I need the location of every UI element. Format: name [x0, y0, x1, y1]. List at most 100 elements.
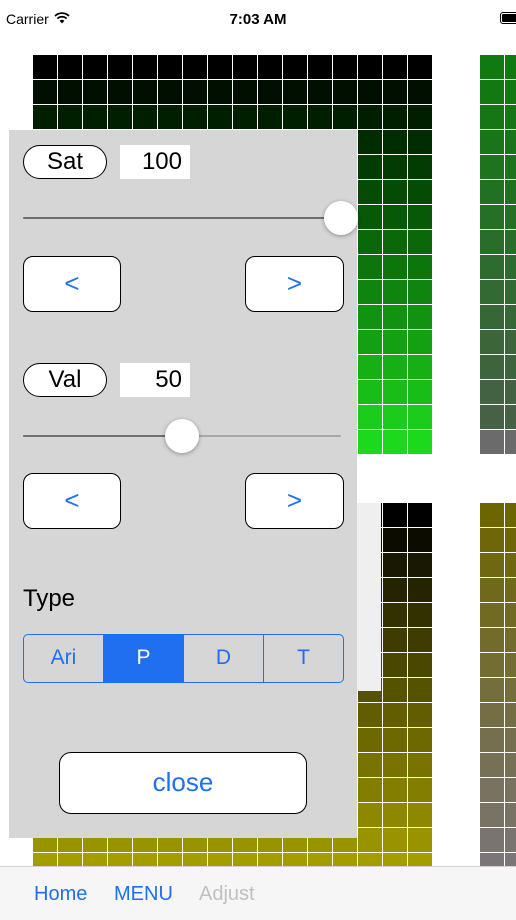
color-swatch[interactable]	[505, 553, 516, 578]
color-swatch[interactable]	[480, 55, 505, 80]
color-swatch[interactable]	[383, 305, 408, 330]
color-swatch[interactable]	[183, 55, 208, 80]
color-swatch[interactable]	[133, 55, 158, 80]
color-swatch[interactable]	[480, 628, 505, 653]
color-swatch[interactable]	[408, 528, 433, 553]
color-swatch[interactable]	[408, 130, 433, 155]
color-swatch[interactable]	[505, 678, 516, 703]
color-swatch[interactable]	[480, 778, 505, 803]
type-option-p[interactable]: P	[104, 635, 184, 682]
color-swatch[interactable]	[358, 355, 383, 380]
color-swatch[interactable]	[183, 105, 208, 130]
color-swatch[interactable]	[83, 105, 108, 130]
color-swatch[interactable]	[383, 603, 408, 628]
color-swatch[interactable]	[480, 828, 505, 853]
color-swatch[interactable]	[383, 653, 408, 678]
color-swatch[interactable]	[333, 105, 358, 130]
color-swatch[interactable]	[408, 578, 433, 603]
color-swatch[interactable]	[480, 355, 505, 380]
type-option-t[interactable]: T	[264, 635, 343, 682]
color-swatch[interactable]	[505, 80, 516, 105]
color-swatch[interactable]	[480, 80, 505, 105]
color-swatch[interactable]	[183, 80, 208, 105]
color-swatch[interactable]	[308, 105, 333, 130]
color-swatch[interactable]	[383, 405, 408, 430]
val-next-button[interactable]: >	[245, 473, 344, 529]
color-swatch[interactable]	[358, 280, 383, 305]
color-swatch[interactable]	[505, 753, 516, 778]
color-swatch[interactable]	[383, 280, 408, 305]
color-swatch[interactable]	[408, 405, 433, 430]
color-swatch[interactable]	[505, 405, 516, 430]
color-swatch[interactable]	[505, 230, 516, 255]
color-swatch[interactable]	[383, 553, 408, 578]
color-swatch[interactable]	[308, 80, 333, 105]
color-swatch[interactable]	[480, 528, 505, 553]
color-swatch[interactable]	[283, 80, 308, 105]
color-swatch[interactable]	[383, 355, 408, 380]
color-swatch[interactable]	[383, 503, 408, 528]
color-swatch[interactable]	[505, 430, 516, 455]
color-swatch[interactable]	[408, 230, 433, 255]
color-swatch[interactable]	[383, 753, 408, 778]
color-swatch[interactable]	[505, 778, 516, 803]
color-swatch[interactable]	[358, 180, 383, 205]
color-swatch[interactable]	[480, 653, 505, 678]
color-swatch[interactable]	[505, 728, 516, 753]
color-swatch[interactable]	[358, 753, 383, 778]
color-swatch[interactable]	[383, 528, 408, 553]
color-swatch[interactable]	[383, 728, 408, 753]
color-swatch[interactable]	[83, 80, 108, 105]
color-swatch[interactable]	[408, 603, 433, 628]
color-swatch[interactable]	[480, 430, 505, 455]
color-swatch[interactable]	[358, 230, 383, 255]
color-swatch[interactable]	[383, 180, 408, 205]
color-swatch[interactable]	[408, 728, 433, 753]
color-swatch[interactable]	[83, 55, 108, 80]
color-swatch[interactable]	[505, 180, 516, 205]
color-swatch[interactable]	[480, 603, 505, 628]
color-swatch[interactable]	[480, 130, 505, 155]
color-swatch[interactable]	[480, 280, 505, 305]
tab-home[interactable]: Home	[34, 883, 87, 906]
color-swatch[interactable]	[108, 80, 133, 105]
color-swatch[interactable]	[358, 55, 383, 80]
color-swatch[interactable]	[133, 105, 158, 130]
color-swatch[interactable]	[505, 803, 516, 828]
color-swatch[interactable]	[383, 778, 408, 803]
color-swatch[interactable]	[158, 55, 183, 80]
sat-prev-button[interactable]: <	[23, 256, 121, 312]
color-swatch[interactable]	[505, 105, 516, 130]
color-swatch[interactable]	[408, 503, 433, 528]
color-swatch[interactable]	[505, 628, 516, 653]
sat-slider-thumb[interactable]	[324, 201, 358, 235]
tab-menu[interactable]: MENU	[114, 883, 173, 906]
color-swatch[interactable]	[505, 205, 516, 230]
tab-adjust[interactable]: Adjust	[199, 883, 255, 906]
color-swatch[interactable]	[333, 55, 358, 80]
color-swatch[interactable]	[505, 578, 516, 603]
color-swatch[interactable]	[480, 180, 505, 205]
color-swatch[interactable]	[408, 180, 433, 205]
color-swatch[interactable]	[333, 80, 358, 105]
color-swatch[interactable]	[480, 330, 505, 355]
color-swatch[interactable]	[480, 753, 505, 778]
color-swatch[interactable]	[383, 55, 408, 80]
color-swatch[interactable]	[133, 80, 158, 105]
color-swatch[interactable]	[233, 105, 258, 130]
color-swatch[interactable]	[308, 55, 333, 80]
color-swatch[interactable]	[383, 230, 408, 255]
color-swatch[interactable]	[480, 230, 505, 255]
color-swatch[interactable]	[480, 728, 505, 753]
color-swatch[interactable]	[383, 130, 408, 155]
sat-slider[interactable]	[23, 201, 358, 235]
color-swatch[interactable]	[408, 828, 433, 853]
color-swatch[interactable]	[233, 80, 258, 105]
color-swatch[interactable]	[480, 578, 505, 603]
color-swatch[interactable]	[408, 205, 433, 230]
color-swatch[interactable]	[33, 55, 58, 80]
color-swatch[interactable]	[383, 155, 408, 180]
color-swatch[interactable]	[358, 80, 383, 105]
color-swatch[interactable]	[383, 255, 408, 280]
color-swatch[interactable]	[33, 80, 58, 105]
